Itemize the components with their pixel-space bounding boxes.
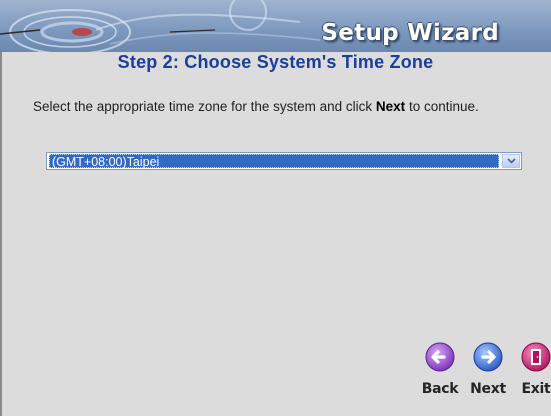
dropdown-arrow-button[interactable] [502,154,520,168]
chevron-down-icon [506,158,516,164]
instructions-before: Select the appropriate time zone for the… [33,99,376,114]
wizard-header: Setup Wizard [0,0,551,52]
header-swirl-logo [0,0,320,52]
step-title: Step 2: Choose System's Time Zone [117,52,434,72]
exit-button-label: Exit [521,381,551,397]
next-button[interactable]: Next [466,342,510,397]
arrow-right-icon [473,342,503,372]
timezone-select[interactable]: (GMT+08:00)Taipei [46,152,522,170]
exit-button[interactable]: Exit [516,342,551,397]
instructions-next-keyword: Next [375,99,406,114]
wizard-title: Setup Wizard [321,20,499,46]
next-button-label: Next [470,381,506,397]
instructions-after: to continue. [405,99,479,114]
back-button[interactable]: Back [418,342,462,397]
arrow-left-icon [425,342,455,372]
back-button-label: Back [421,381,459,397]
instructions-text: Select the appropriate time zone for the… [33,96,523,118]
timezone-selected-value[interactable]: (GMT+08:00)Taipei [49,154,499,169]
exit-door-icon [521,342,551,372]
